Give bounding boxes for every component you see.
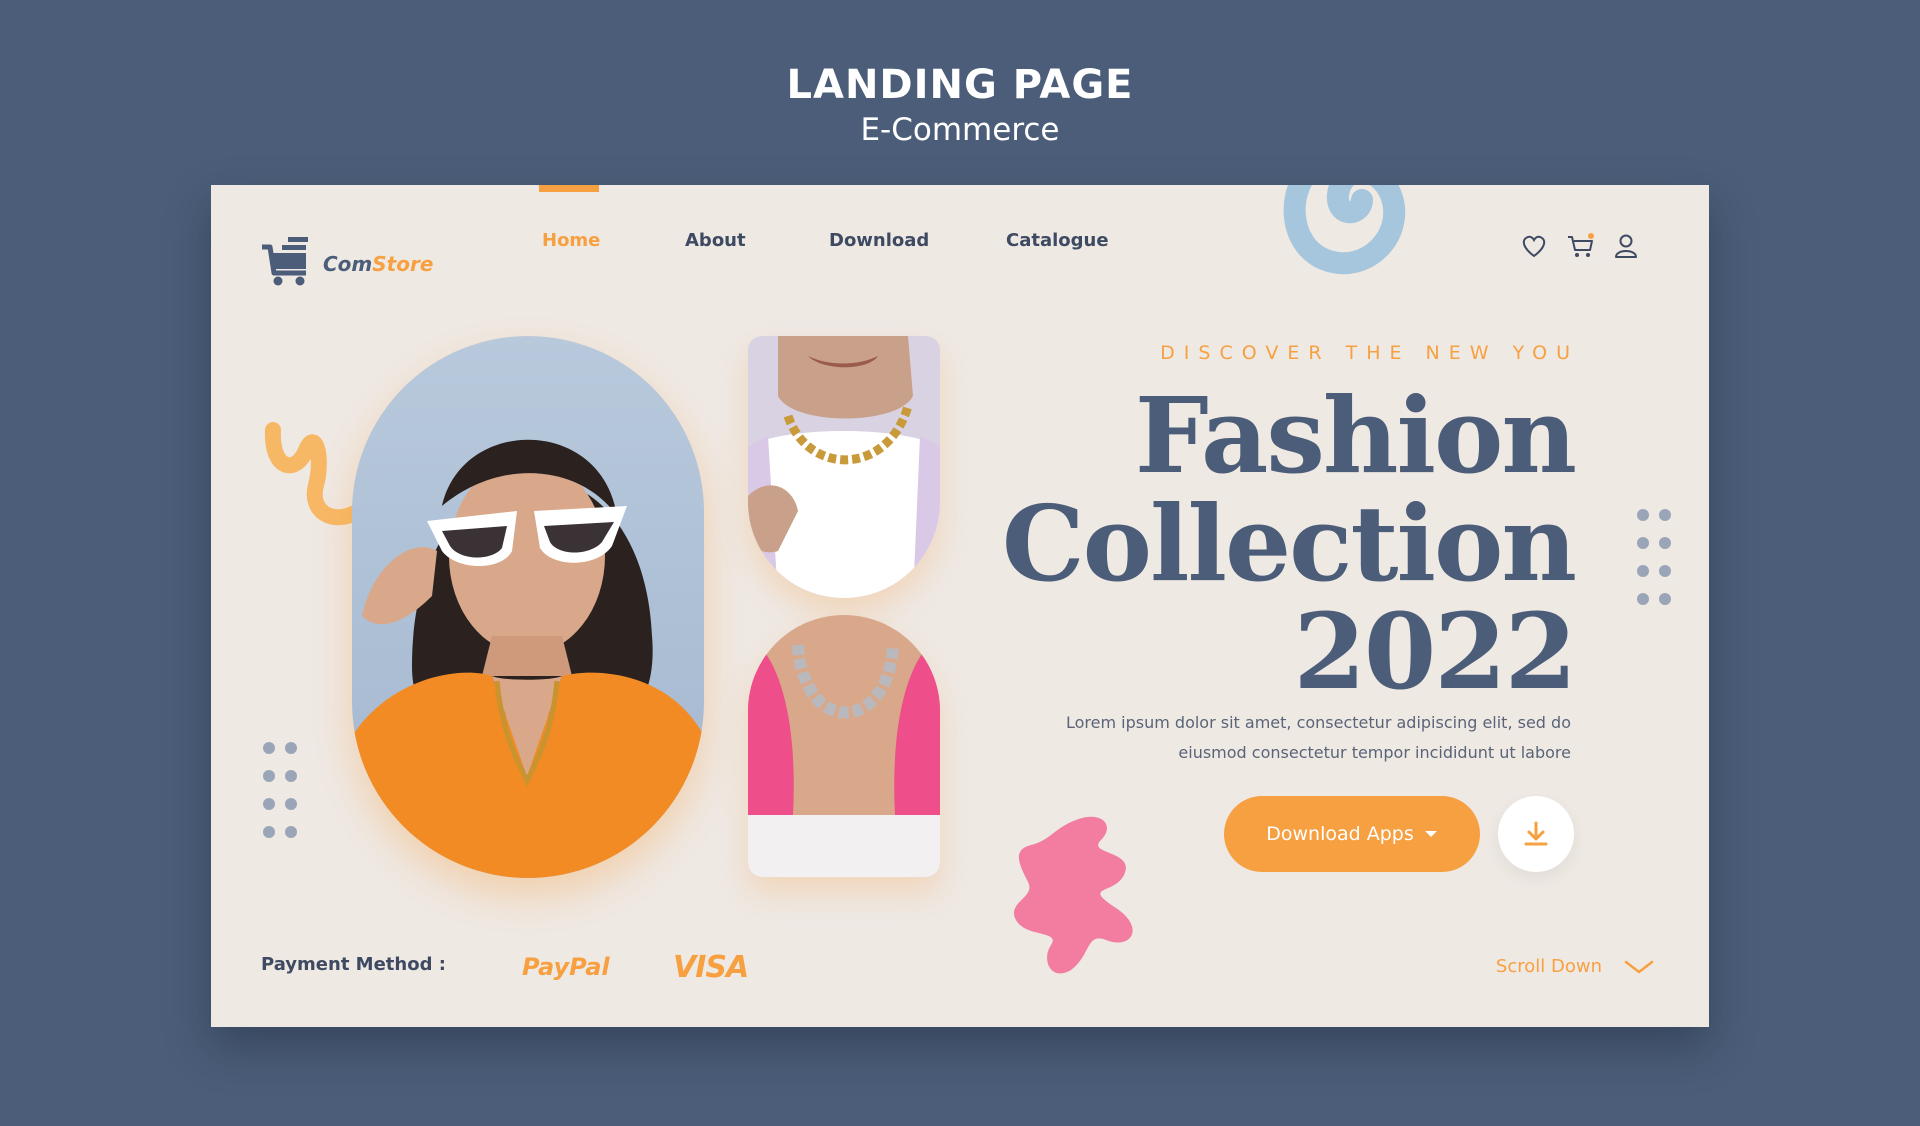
download-icon bbox=[1524, 821, 1548, 846]
scroll-down-link[interactable]: Scroll Down bbox=[1496, 956, 1654, 977]
headline-line-1: Fashion bbox=[1134, 374, 1577, 497]
payment-method-label: Payment Method : bbox=[261, 954, 446, 975]
hero-tagline: DISCOVER THE NEW YOU bbox=[1160, 342, 1579, 364]
description-line-1: Lorem ipsum dolor sit amet, consectetur … bbox=[1066, 713, 1571, 732]
hero-description: Lorem ipsum dolor sit amet, consectetur … bbox=[1011, 708, 1571, 768]
chevron-down-icon bbox=[1624, 960, 1654, 973]
download-circle-button[interactable] bbox=[1498, 796, 1574, 872]
brand-name-part1: Com bbox=[323, 252, 373, 276]
header-icons bbox=[1519, 231, 1649, 261]
visa-logo: VISA bbox=[673, 950, 749, 985]
hero-headline: Fashion Collection 2022 bbox=[1001, 374, 1577, 713]
paypal-logo: PayPal bbox=[522, 953, 610, 981]
download-apps-button[interactable]: Download Apps bbox=[1224, 796, 1480, 872]
cart-icon[interactable] bbox=[1566, 231, 1596, 261]
description-line-2: eiusmod consectetur tempor incididunt ut… bbox=[1178, 743, 1571, 762]
brand-logo[interactable]: ComStore bbox=[260, 233, 460, 289]
pink-blob-decoration bbox=[1013, 816, 1133, 974]
nav-download[interactable]: Download bbox=[829, 230, 929, 251]
landing-card: ComStore Home About Download Catalogue D… bbox=[211, 185, 1709, 1027]
scroll-down-label: Scroll Down bbox=[1495, 956, 1602, 977]
page-subtitle: E-Commerce bbox=[860, 112, 1060, 148]
brand-name-part2: Store bbox=[372, 252, 434, 276]
heart-icon[interactable] bbox=[1519, 231, 1549, 261]
download-apps-label: Download Apps bbox=[1266, 823, 1414, 845]
blue-swirl-decoration bbox=[1283, 185, 1406, 275]
shopping-cart-icon bbox=[262, 237, 308, 286]
page-title: LANDING PAGE bbox=[786, 62, 1134, 108]
brand-name: ComStore bbox=[323, 252, 433, 276]
nav-catalogue[interactable]: Catalogue bbox=[1006, 230, 1109, 251]
headline-line-3: 2022 bbox=[1293, 590, 1577, 713]
nav-home[interactable]: Home bbox=[542, 230, 600, 251]
active-nav-indicator bbox=[539, 185, 599, 192]
hero-model-photo bbox=[352, 336, 704, 878]
caret-down-icon bbox=[1424, 831, 1437, 837]
headline-line-2: Collection bbox=[1001, 482, 1577, 605]
necklace-photo-gold bbox=[748, 336, 940, 598]
user-icon[interactable] bbox=[1611, 231, 1641, 261]
nav-about[interactable]: About bbox=[685, 230, 746, 251]
necklace-photo-silver bbox=[748, 615, 940, 877]
